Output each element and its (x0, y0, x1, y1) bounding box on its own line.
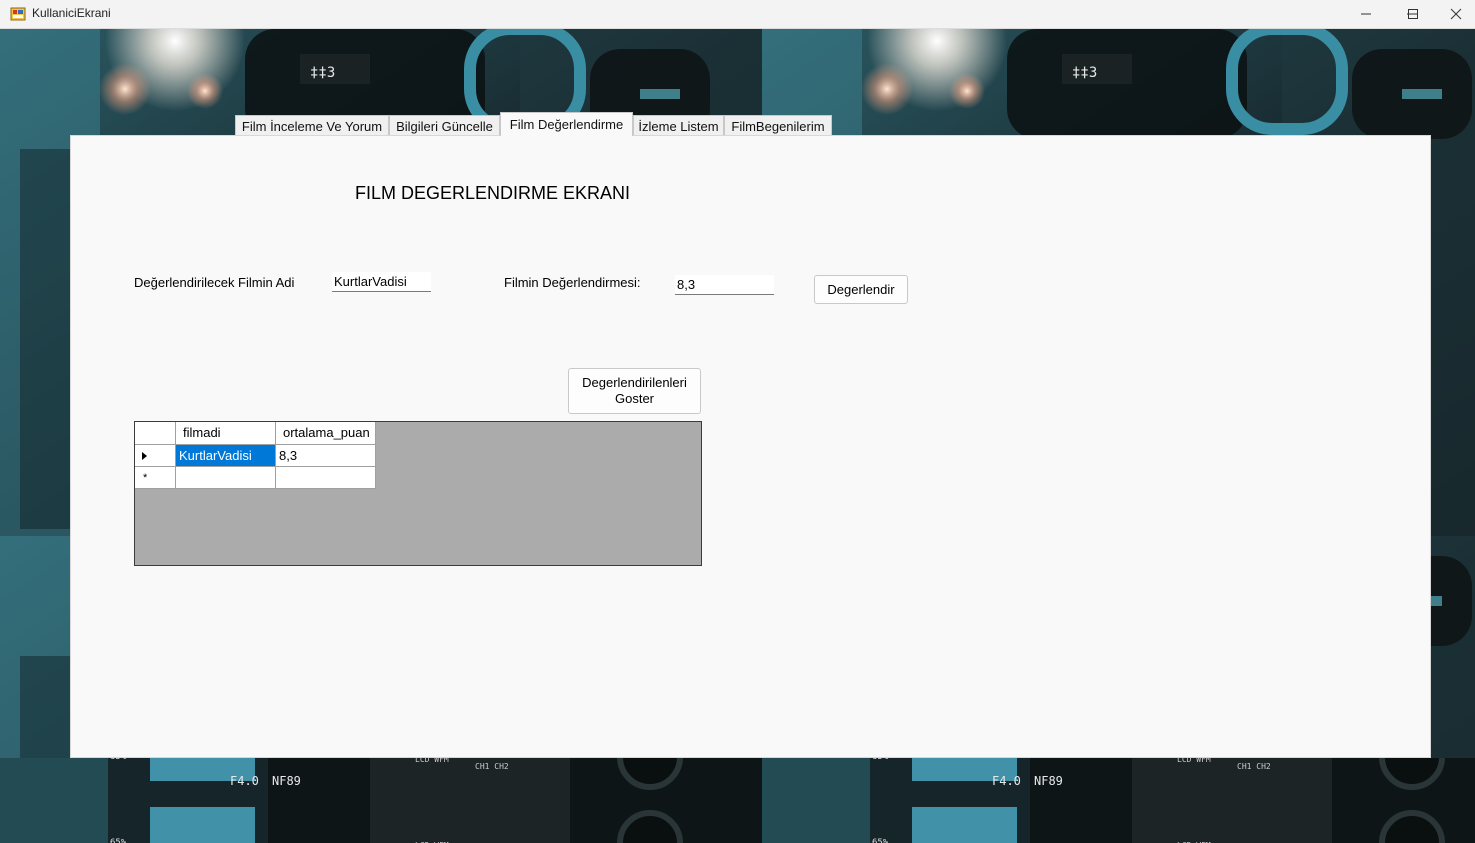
column-header-filmadi[interactable]: filmadi (176, 422, 276, 445)
window-title: KullaniciEkrani (32, 6, 111, 20)
grid-cell-ortalama-puan[interactable]: 8,3 (276, 445, 376, 467)
tab-izleme-listem[interactable]: İzleme Listem (633, 115, 724, 136)
tab-label: FilmBegenilerim (731, 118, 825, 134)
close-icon (1450, 8, 1461, 20)
minimize-button[interactable] (1343, 0, 1389, 28)
page-title: FILM DEGERLENDIRME EKRANI (355, 183, 631, 203)
minimize-icon (1361, 13, 1371, 15)
current-row-arrow-icon (142, 452, 147, 460)
grid-cell-filmadi[interactable]: KurtlarVadisi (176, 445, 276, 467)
ratings-grid[interactable]: filmadi ortalama_puan KurtlarVadisi 8,3 … (134, 421, 702, 566)
tab-label: Bilgileri Güncelle (396, 118, 493, 134)
row-header-new[interactable]: * (135, 467, 176, 489)
tab-film-begenilerim[interactable]: FilmBegenilerim (724, 115, 832, 136)
maximize-icon (1408, 9, 1418, 19)
app-icon (10, 6, 26, 22)
title-bar: KullaniciEkrani (0, 0, 1475, 29)
film-name-input[interactable] (332, 272, 431, 292)
tab-film-inceleme[interactable]: Film İnceleme Ve Yorum (235, 115, 389, 136)
column-header-ortalama-puan[interactable]: ortalama_puan (276, 422, 376, 445)
grid-corner-header (135, 422, 176, 445)
tab-label: Film İnceleme Ve Yorum (241, 118, 383, 134)
rating-label: Filmin Değerlendirmesi: (504, 275, 641, 290)
tab-label: Film Değerlendirme (509, 117, 624, 132)
tab-film-degerlendirme[interactable]: Film Değerlendirme (500, 112, 633, 136)
rating-input[interactable] (675, 275, 774, 295)
grid-cell-new-filmadi[interactable] (176, 467, 276, 489)
tab-label: İzleme Listem (638, 118, 719, 134)
film-name-label: Değerlendirilecek Filmin Adi (134, 275, 295, 290)
show-rated-button[interactable]: Degerlendirilenleri Goster (568, 368, 701, 414)
degerlendir-button[interactable]: Degerlendir (814, 275, 908, 304)
row-header-current[interactable] (135, 445, 176, 467)
maximize-button[interactable] (1390, 0, 1436, 28)
close-button[interactable] (1436, 0, 1475, 28)
tab-bilgileri-guncelle[interactable]: Bilgileri Güncelle (389, 115, 500, 136)
grid-cell-new-ortalama-puan[interactable] (276, 467, 376, 489)
